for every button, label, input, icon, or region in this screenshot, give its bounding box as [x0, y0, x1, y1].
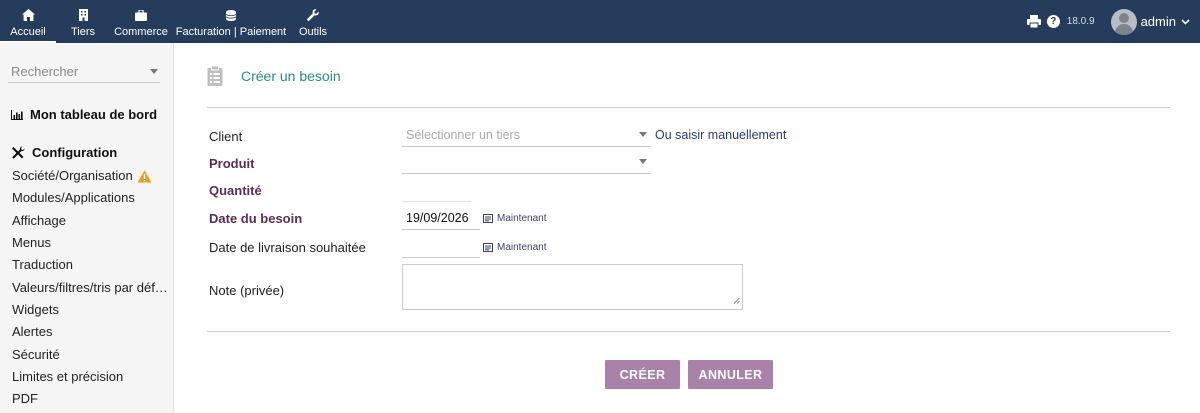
menu-configuration-label: Configuration	[32, 145, 118, 160]
delivery-date-now-link[interactable]: Maintenant	[483, 242, 546, 253]
topmenu-label: Accueil	[10, 26, 46, 38]
sidebar-item-traduction[interactable]: Traduction	[12, 254, 168, 276]
version-label: 18.0.9	[1066, 16, 1095, 27]
menu-configuration[interactable]: Configuration	[11, 145, 117, 160]
need-date-now-link[interactable]: Maintenant	[483, 213, 546, 224]
chart-icon	[11, 109, 23, 120]
now-label: Maintenant	[497, 213, 547, 224]
caret-down-icon	[639, 132, 647, 137]
topmenu-label: Tiers	[70, 26, 96, 38]
topmenu-label: Facturation | Paiement	[175, 26, 287, 38]
topmenu-label: Commerce	[114, 26, 168, 38]
sidebar-item-label: Modules/Applications	[12, 190, 135, 206]
need-date-input[interactable]: 19/09/2026	[402, 206, 480, 230]
sidebar-item-label: Limites et précision	[12, 368, 124, 384]
sidebar-item-label: Widgets	[12, 301, 59, 317]
product-select[interactable]	[402, 150, 651, 174]
note-textarea[interactable]	[402, 264, 743, 310]
building-icon	[78, 8, 88, 22]
sidebar-item-affichage[interactable]: Affichage	[12, 210, 168, 232]
page-header: Créer un besoin	[207, 66, 341, 86]
menu-dashboard-label: Mon tableau de bord	[30, 107, 158, 122]
sidebar-item-societe[interactable]: Société/Organisation	[12, 165, 168, 187]
cancel-button[interactable]: ANNULER	[688, 360, 773, 389]
top-navbar: Accueil Tiers Commerce Facturation | Pai…	[0, 0, 1200, 43]
tools-icon	[11, 145, 25, 160]
delivery-date-label: Date de livraison souhaitée	[209, 240, 366, 255]
caret-down-icon	[639, 159, 647, 164]
topmenu-facturation[interactable]: Facturation | Paiement	[172, 0, 290, 43]
sidebar-item-label: Affichage	[12, 212, 66, 228]
quantity-input[interactable]	[402, 201, 471, 202]
divider	[207, 331, 1170, 332]
topmenu-label: Outils	[298, 26, 328, 38]
wrench-icon	[307, 8, 319, 22]
quantity-label: Quantité	[209, 183, 262, 198]
topmenu-accueil[interactable]: Accueil	[0, 0, 56, 43]
sidebar-item-label: Menus	[12, 235, 52, 251]
sidebar-item-label: PDF	[12, 391, 38, 407]
printer-icon[interactable]	[1026, 15, 1041, 28]
sidebar-item-pdf[interactable]: PDF	[12, 388, 168, 410]
main-content: Créer un besoin Client Sélectionner un t…	[174, 43, 1200, 413]
calendar-icon	[483, 243, 493, 252]
page-title: Créer un besoin	[241, 68, 341, 84]
clipboard-icon	[207, 66, 223, 86]
user-name[interactable]: admin	[1141, 14, 1176, 29]
calendar-icon	[483, 214, 493, 223]
sidebar-item-limites[interactable]: Limites et précision	[12, 366, 168, 388]
need-date-value: 19/09/2026	[406, 210, 469, 225]
warning-icon	[137, 170, 152, 183]
sidebar-item-label: Société/Organisation	[12, 168, 133, 184]
sidebar-item-label: Sécurité	[12, 346, 60, 362]
avatar[interactable]	[1110, 8, 1137, 35]
top-menu: Accueil Tiers Commerce Facturation | Pai…	[0, 0, 336, 43]
search-select[interactable]: Rechercher	[8, 61, 160, 83]
home-icon	[21, 8, 35, 22]
sidebar-item-modules[interactable]: Modules/Applications	[12, 187, 168, 209]
client-select[interactable]: Sélectionner un tiers	[402, 123, 651, 147]
sidebar-item-alertes[interactable]: Alertes	[12, 321, 168, 343]
help-icon[interactable]: ?	[1046, 15, 1060, 28]
left-sidebar: Rechercher Mon tableau de bord Configura…	[0, 43, 174, 413]
sidebar-item-widgets[interactable]: Widgets	[12, 299, 168, 321]
client-placeholder: Sélectionner un tiers	[406, 127, 520, 142]
top-right-area: ? 18.0.9 admin	[1026, 0, 1200, 43]
sidebar-item-menus[interactable]: Menus	[12, 232, 168, 254]
topmenu-commerce[interactable]: Commerce	[110, 0, 172, 43]
caret-down-icon	[150, 69, 158, 74]
search-placeholder: Rechercher	[11, 64, 79, 79]
delivery-date-input[interactable]	[402, 234, 480, 258]
sidebar-item-label: Alertes	[12, 324, 53, 340]
need-date-label: Date du besoin	[209, 211, 303, 226]
chevron-down-icon[interactable]	[1181, 18, 1190, 25]
sidebar-item-label: Valeurs/filtres/tris par déf…	[12, 279, 168, 295]
topmenu-tiers[interactable]: Tiers	[56, 0, 110, 43]
topmenu-outils[interactable]: Outils	[290, 0, 336, 43]
coins-icon	[225, 8, 237, 22]
create-button[interactable]: CRÉER	[605, 360, 680, 389]
note-label: Note (privée)	[209, 283, 285, 298]
product-label: Produit	[209, 156, 255, 171]
briefcase-icon	[135, 8, 147, 22]
configuration-submenu: Société/Organisation Modules/Application…	[12, 165, 168, 410]
sidebar-item-valeurs[interactable]: Valeurs/filtres/tris par déf…	[12, 276, 168, 298]
resize-grip-icon[interactable]	[733, 292, 740, 307]
sidebar-item-securite[interactable]: Sécurité	[12, 343, 168, 365]
divider	[207, 107, 1170, 108]
now-label: Maintenant	[497, 242, 547, 253]
menu-dashboard[interactable]: Mon tableau de bord	[11, 107, 157, 122]
manual-entry-link[interactable]: Ou saisir manuellement	[655, 128, 786, 142]
sidebar-item-label: Traduction	[12, 257, 73, 273]
client-label: Client	[209, 129, 243, 144]
